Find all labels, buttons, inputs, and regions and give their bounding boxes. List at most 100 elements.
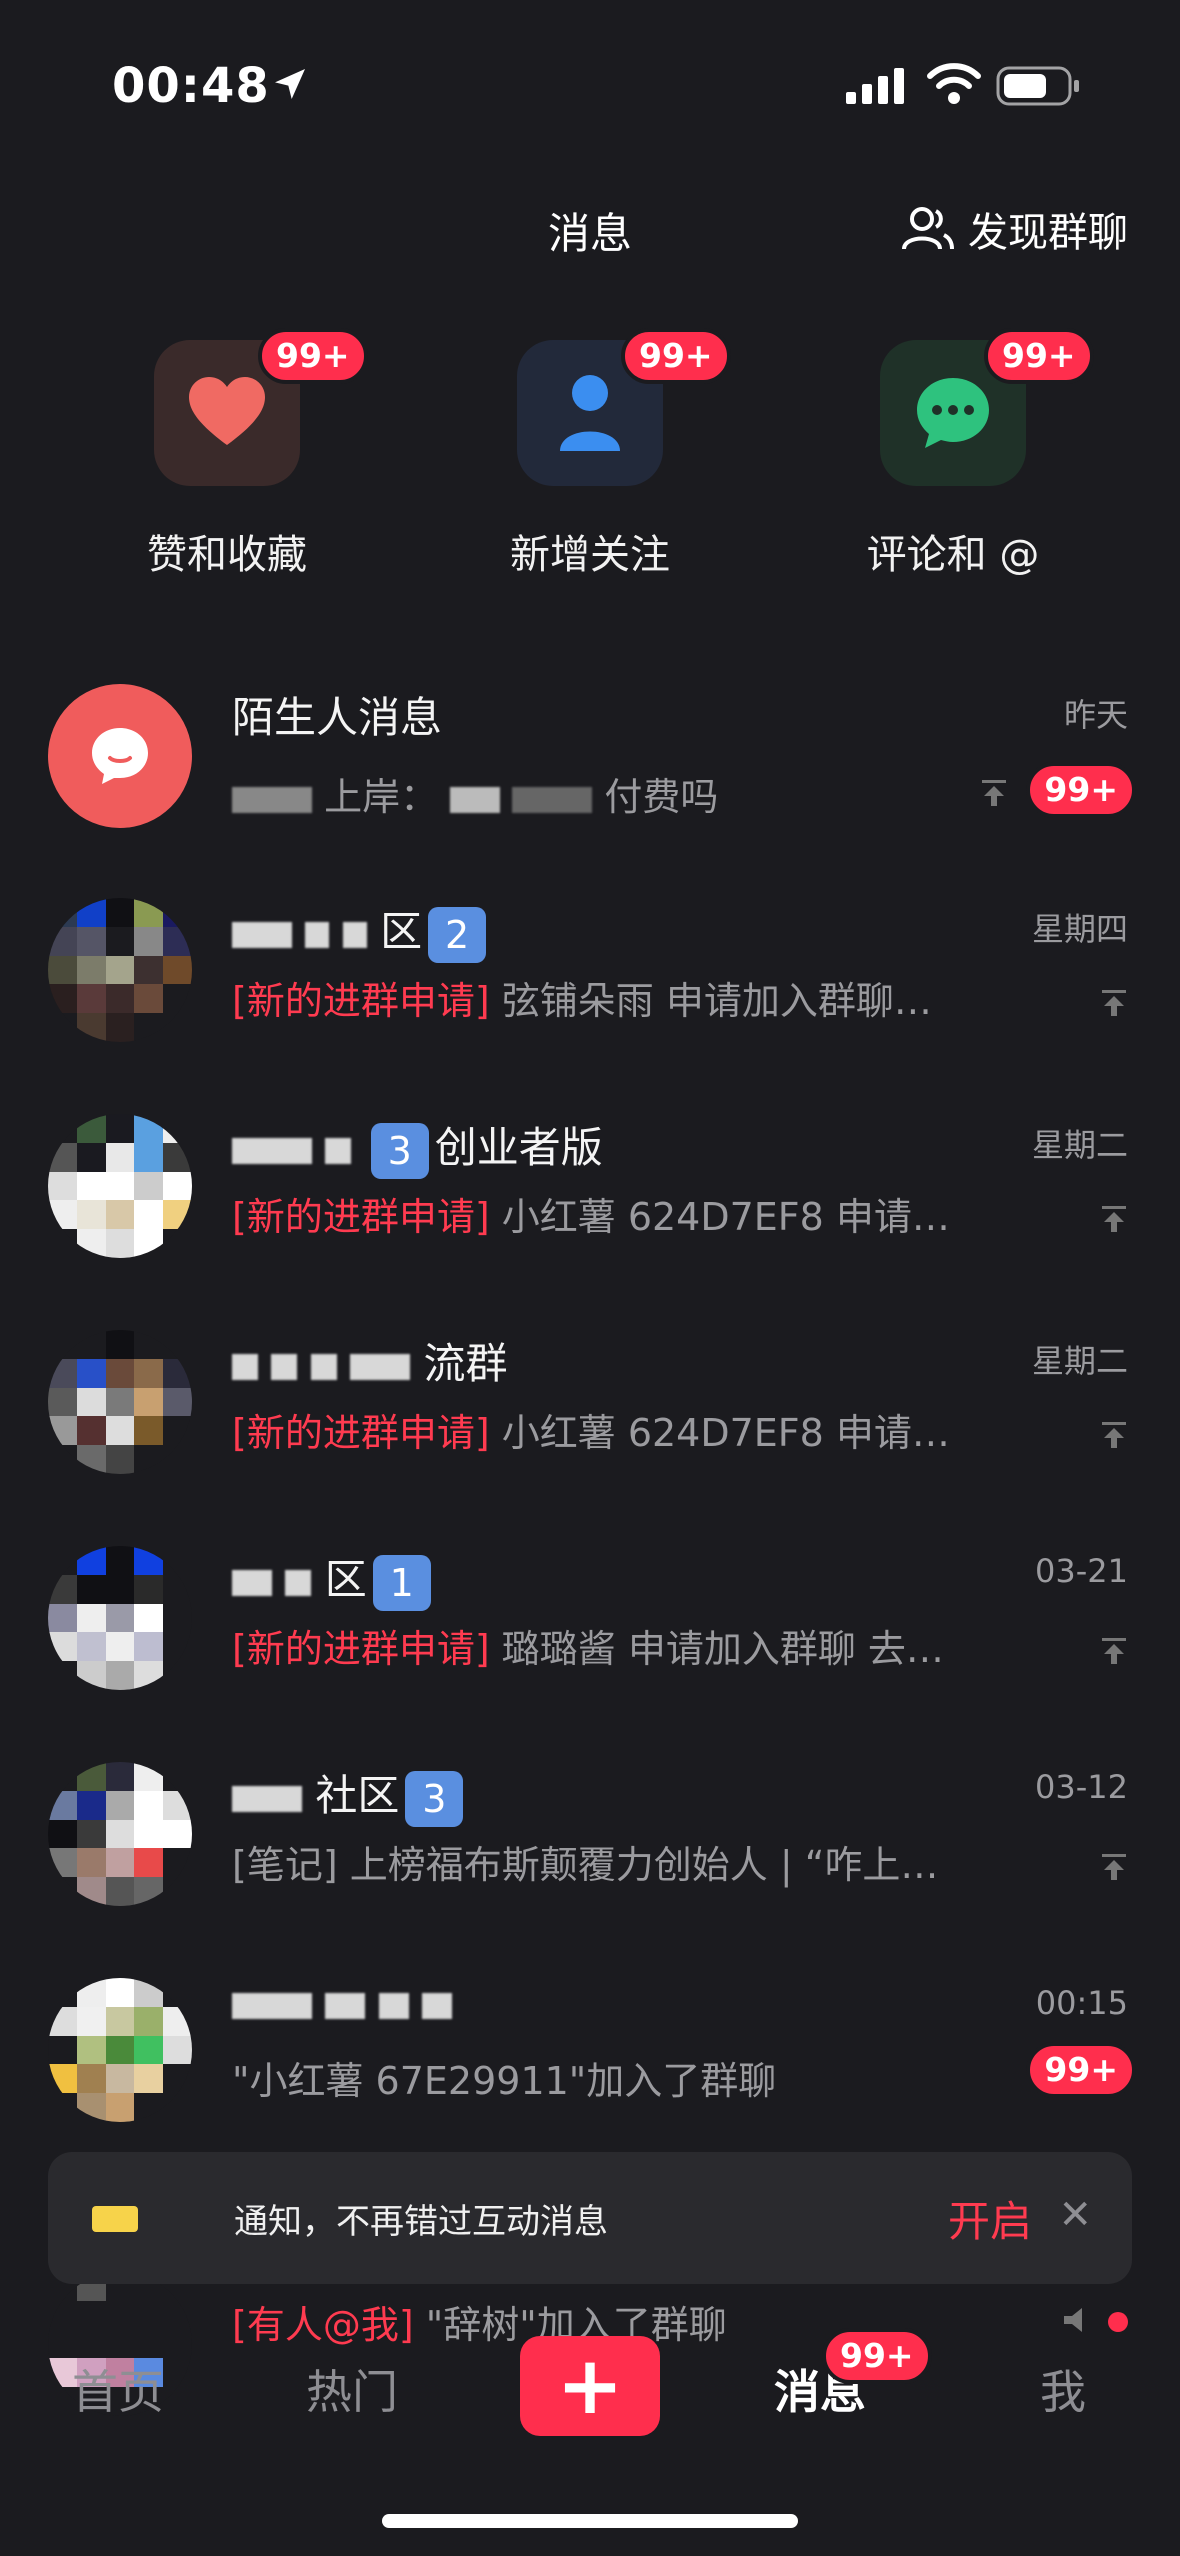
preview-part: 上岸： [324,775,439,819]
notification-badge: 99+ [258,328,368,384]
location-arrow-icon [275,69,305,99]
pin-top-icon [1102,1206,1126,1232]
row-preview: [新的进群申请] 弦铺朵雨 申请加入群聊… [232,970,932,1025]
redacted-text [342,921,367,948]
redacted-text [350,1353,411,1380]
redacted-text [232,1992,312,2019]
redacted-text [232,1137,312,1164]
pixelated-avatar [48,1330,192,1474]
row-preview: 上岸： 付费吗 [232,766,718,821]
group-avatar [48,1762,192,1906]
group-avatar [48,898,192,1042]
preview-text: 上榜福布斯颠覆力创始人 | “咋上… [337,1843,939,1887]
people-icon [902,207,954,250]
pixelated-avatar [48,1762,192,1906]
title-suffix: 流群 [423,1339,508,1388]
redacted-text [422,1992,453,2019]
unread-badge: 99+ [1026,762,1136,818]
preview-text: 璐璐酱 申请加入群聊 去… [489,1627,944,1671]
redacted-text [305,921,330,948]
row-time: 星期二 [1031,1342,1128,1380]
heart-icon [189,377,265,445]
number-emoji: 2 [428,906,487,963]
group-avatar [48,1546,192,1690]
discover-group-chat-button[interactable]: 发现群聊 [900,200,1128,258]
cellular-signal-icon [846,68,904,104]
preview-tag: [新的进群申请] [232,1195,490,1239]
status-time: 00:48 [112,58,270,114]
preview-text: 弦铺朵雨 申请加入群聊… [489,979,932,1023]
row-title: 社区 3 [232,1762,469,1827]
bottom-tab-bar: 首页 热门 + 消息 我 [0,2336,1180,2446]
row-preview: "小红薯 67E29911"加入了群聊 [232,2050,776,2105]
notification-badge: 99+ [984,328,1094,384]
pin-top-icon [1102,990,1126,1016]
group-avatar [48,1114,192,1258]
redacted-text [232,1785,302,1812]
preview-part: 付费吗 [604,775,719,819]
title-suffix: 社区 [315,1771,400,1820]
create-post-button[interactable]: + [520,2336,660,2436]
group-chat-row[interactable]: 社区 3 [笔记] 上榜福布斯颠覆力创始人 | “咋上… 03-12 [0,1762,1180,1977]
enable-notifications-banner: 通知，不再错过互动消息 开启 ✕ [48,2152,1132,2284]
group-chat-row[interactable]: 区1 [新的进群申请] 璐璐酱 申请加入群聊 去… 03-21 [0,1546,1180,1761]
pixelated-avatar [48,1114,192,1258]
redacted-text [232,921,292,948]
home-indicator[interactable] [382,2514,798,2528]
shortcut-comments-mentions[interactable]: 99+ 评论和 @ [803,328,1103,580]
group-avatar [48,1330,192,1474]
redacted-text [325,1992,366,2019]
person-icon [560,375,620,451]
preview-tag: [新的进群申请] [232,1627,490,1671]
row-title: 区1 [232,1546,437,1611]
group-chat-row[interactable]: 流群 [新的进群申请] 小红薯 624D7EF8 申请… 星期二 [0,1330,1180,1545]
row-time: 03-21 [1035,1552,1128,1590]
pixelated-avatar [48,1546,192,1690]
wifi-icon [927,63,981,104]
redacted-text [271,1353,298,1380]
pin-top-icon [1102,1638,1126,1664]
pin-top-icon [982,780,1006,806]
group-chat-row[interactable]: 3 创业者版 [新的进群申请] 小红薯 624D7EF8 申请… 星期二 [0,1114,1180,1329]
shortcut-new-followers[interactable]: 99+ 新增关注 [440,328,740,580]
mute-icon [1064,2308,1082,2332]
tab-hot[interactable]: 热门 [306,2356,398,2422]
group-chat-row[interactable]: 区2 [新的进群申请] 弦铺朵雨 申请加入群聊… 星期四 [0,898,1180,1113]
shortcut-label: 新增关注 [510,532,670,578]
shortcut-label: 赞和收藏 [147,532,307,578]
pin-top-icon [1102,1854,1126,1880]
redacted-text [512,786,593,813]
preview-tag: [新的进群申请] [232,1411,490,1455]
row-title: 陌生人消息 [232,693,443,742]
number-emoji: 3 [405,1770,464,1827]
notification-badge: 99+ [621,328,731,384]
row-title: 流群 [232,1330,507,1391]
row-preview: [新的进群申请] 小红薯 624D7EF8 申请… [232,1186,950,1241]
tab-home[interactable]: 首页 [72,2356,164,2422]
row-preview: [新的进群申请] 璐璐酱 申请加入群聊 去… [232,1618,944,1673]
shortcut-label: 评论和 @ [866,532,1040,578]
battery-icon [996,66,1079,106]
title-suffix: 区 [380,907,423,956]
chat-bubble-icon [917,378,989,448]
tab-me[interactable]: 我 [1040,2356,1086,2422]
row-time: 星期四 [1031,910,1128,948]
stranger-avatar [48,684,192,828]
stranger-messages-row[interactable]: 陌生人消息 上岸： 付费吗 昨天 99+ [0,684,1180,899]
row-time: 03-12 [1035,1768,1128,1806]
number-emoji: 3 [370,1122,429,1179]
title-suffix: 区 [324,1555,367,1604]
enable-notifications-button[interactable]: 开启 [948,2188,1032,2249]
preview-tag: [笔记] [232,1843,338,1887]
close-icon[interactable]: ✕ [1058,2192,1092,2238]
preview-text: "小红薯 67E29911"加入了群聊 [232,2059,777,2103]
row-title: 区2 [232,898,492,963]
preview-text: 小红薯 624D7EF8 申请… [489,1195,950,1239]
notification-thumbnail [92,2206,138,2232]
chat-bubble-icon [92,728,148,784]
shortcut-likes-favorites[interactable]: 99+ 赞和收藏 [77,328,377,580]
shortcut-tile: 99+ [154,328,368,486]
redacted-text [232,1569,272,1596]
row-time: 昨天 [1063,696,1128,734]
unread-badge: 99+ [1026,2042,1136,2098]
